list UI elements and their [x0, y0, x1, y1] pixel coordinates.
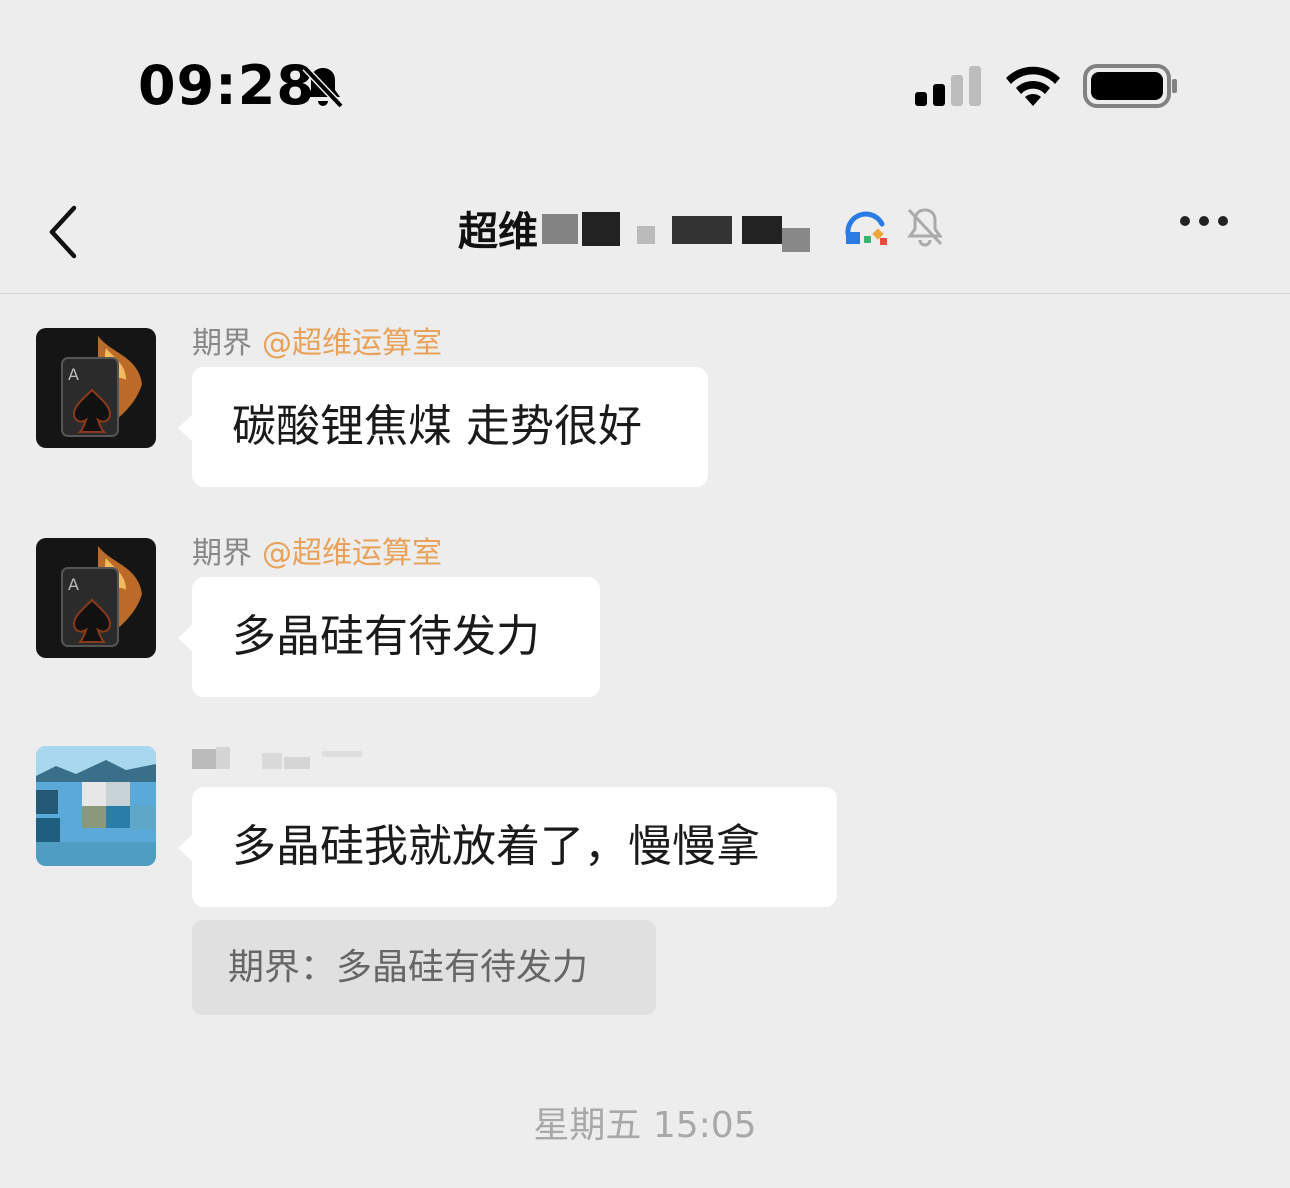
- org-badge-icon: [845, 211, 887, 245]
- mention-link[interactable]: @超维运算室: [262, 536, 442, 571]
- message-bubble[interactable]: 多晶硅我就放着了，慢慢拿: [178, 787, 837, 907]
- battery-icon: [1083, 64, 1177, 108]
- sender-label: 期界: [192, 326, 252, 361]
- sender-name: 期界 @超维运算室: [192, 528, 442, 572]
- chat-header: 超维: [0, 170, 1290, 294]
- avatar[interactable]: [36, 746, 156, 866]
- status-time: 09:28: [138, 54, 315, 117]
- bell-off-icon: [907, 208, 943, 247]
- svg-text:A: A: [68, 575, 79, 594]
- message-bubble[interactable]: 碳酸锂焦煤 走势很好: [178, 367, 708, 487]
- avatar[interactable]: A: [36, 538, 156, 658]
- cellular-signal-icon: [915, 66, 981, 106]
- status-bar: 09:28: [0, 0, 1290, 170]
- sender-name-redacted: [192, 744, 372, 769]
- quoted-text: 期界：多晶硅有待发力: [228, 947, 589, 988]
- mention-link[interactable]: @超维运算室: [262, 326, 442, 361]
- message-text: 多晶硅我就放着了，慢慢拿: [232, 821, 760, 872]
- bell-off-icon: [302, 65, 344, 109]
- chat-title-area: 超维: [458, 196, 812, 260]
- redacted-title: [542, 208, 812, 252]
- chevron-left-icon[interactable]: [44, 202, 84, 262]
- chat-timestamp: 星期五 15:05: [533, 1105, 757, 1146]
- redacted-name: [192, 747, 362, 769]
- more-dots-icon[interactable]: [1178, 214, 1230, 228]
- sender-label: 期界: [192, 536, 252, 571]
- avatar[interactable]: A: [36, 328, 156, 448]
- message-bubble[interactable]: 多晶硅有待发力: [178, 577, 600, 697]
- chat-title: 超维: [458, 209, 538, 255]
- quoted-message[interactable]: 期界：多晶硅有待发力: [192, 920, 656, 1015]
- svg-text:A: A: [68, 365, 79, 384]
- wifi-icon: [1006, 66, 1060, 106]
- message-text: 多晶硅有待发力: [232, 611, 540, 662]
- sender-name: 期界 @超维运算室: [192, 318, 442, 362]
- message-text: 碳酸锂焦煤 走势很好: [232, 401, 642, 452]
